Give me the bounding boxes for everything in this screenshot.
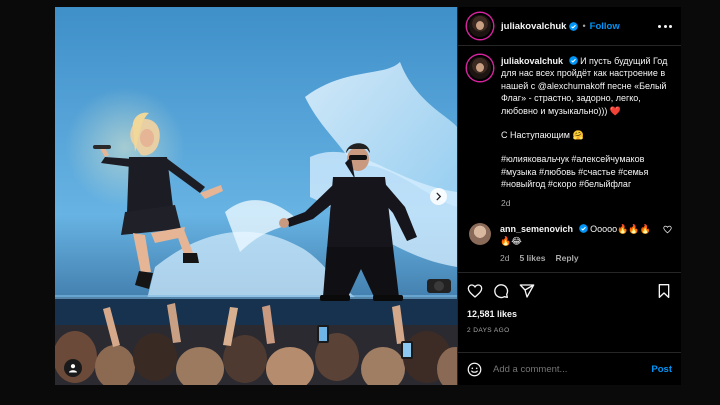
add-comment-input[interactable] xyxy=(493,363,652,375)
likes-count[interactable]: 12,581 likes xyxy=(467,309,672,319)
post-actions: 12,581 likes 2 DAYS AGO xyxy=(458,272,681,352)
caption-heart-emoji: ❤️ xyxy=(609,105,622,116)
bookmark-icon[interactable] xyxy=(656,283,672,299)
next-photo-button[interactable] xyxy=(430,188,447,205)
verified-badge-icon xyxy=(569,21,579,31)
post-modal: juliakovalchuk • Follow juliakovalchuk И… xyxy=(55,7,681,385)
caption-username[interactable]: juliakovalchuk xyxy=(501,56,563,66)
tagged-users-button[interactable] xyxy=(64,359,82,377)
add-comment-bar: Post xyxy=(458,352,681,385)
comment-likes[interactable]: 5 likes xyxy=(519,252,545,264)
follow-button[interactable]: Follow xyxy=(590,21,620,32)
caption-author-avatar[interactable] xyxy=(467,55,493,81)
author-username[interactable]: juliakovalchuk xyxy=(501,21,566,32)
comment-icon[interactable] xyxy=(493,283,509,299)
concert-scene-image xyxy=(55,7,457,385)
chevron-right-icon xyxy=(436,192,442,201)
emoji-icon[interactable] xyxy=(467,362,482,377)
share-icon[interactable] xyxy=(519,283,535,299)
post-header: juliakovalchuk • Follow xyxy=(458,7,681,46)
caption-greeting: С Наступающим 🤗 xyxy=(501,130,584,141)
comment-reply-button[interactable]: Reply xyxy=(555,252,578,264)
verified-badge-icon xyxy=(578,224,588,233)
post-date: 2 DAYS AGO xyxy=(467,327,510,334)
more-options-icon[interactable] xyxy=(658,24,672,28)
commenter-avatar[interactable] xyxy=(469,223,491,246)
caption-time: 2d xyxy=(501,197,511,208)
user-tag-icon xyxy=(69,364,77,373)
like-heart-icon[interactable] xyxy=(467,283,483,299)
author-avatar[interactable] xyxy=(467,13,493,39)
separator-dot: • xyxy=(582,21,586,31)
post-caption: juliakovalchuk И пусть будущий Год для н… xyxy=(467,55,672,209)
post-side-panel: juliakovalchuk • Follow juliakovalchuk И… xyxy=(457,7,681,385)
comment-item: ann_semenovich Ооооо🔥🔥🔥🔥😂 2d 5 likes Rep… xyxy=(467,223,672,264)
post-comment-button[interactable]: Post xyxy=(651,364,672,375)
comments-section: juliakovalchuk И пусть будущий Год для н… xyxy=(458,46,681,272)
comment-like-heart-icon[interactable] xyxy=(663,225,672,234)
caption-hashtags[interactable]: #юлияковальчук #алексейчумаков #музыка #… xyxy=(501,153,672,190)
post-photo[interactable] xyxy=(55,7,457,385)
comment-username[interactable]: ann_semenovich xyxy=(500,224,573,234)
verified-badge-icon xyxy=(568,56,578,65)
comment-time: 2d xyxy=(500,252,510,263)
